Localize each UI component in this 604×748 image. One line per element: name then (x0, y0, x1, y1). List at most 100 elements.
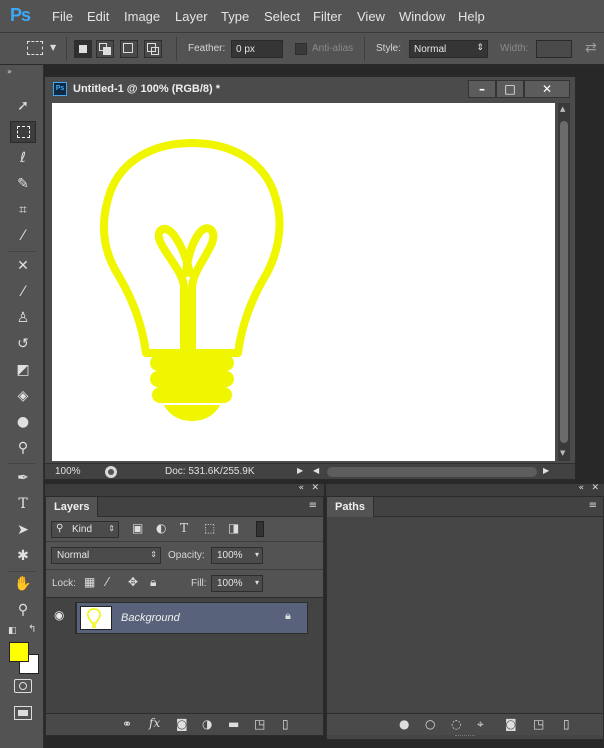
minimize-button[interactable]: – (468, 80, 496, 98)
menu-window[interactable]: Window (399, 9, 445, 24)
menu-select[interactable]: Select (264, 9, 300, 24)
lock-all-icon[interactable]: 🔒︎ (150, 575, 156, 590)
quick-selection-tool-icon[interactable]: ✎ (10, 173, 36, 195)
lock-transparent-pixels-icon[interactable]: ▦ (84, 575, 95, 589)
style-select[interactable]: Normal ⇕ (409, 40, 488, 58)
menu-type[interactable]: Type (221, 9, 249, 24)
new-selection-button[interactable] (74, 40, 92, 58)
collapse-arrows-icon[interactable]: » (7, 67, 12, 76)
type-tool-icon[interactable]: T (10, 493, 36, 515)
spot-healing-tool-icon[interactable]: ✕ (10, 255, 36, 277)
crop-tool-icon[interactable]: ⌗ (10, 199, 36, 221)
delete-layer-icon[interactable]: ▯ (282, 717, 289, 731)
horizontal-scroll-thumb[interactable] (327, 467, 537, 477)
filter-adjustment-icon[interactable]: ◐ (156, 521, 166, 535)
scroll-down-arrow-icon[interactable]: ▼ (560, 449, 565, 457)
tab-layers[interactable]: Layers (46, 497, 99, 517)
tab-paths[interactable]: Paths (327, 497, 374, 517)
filter-pixel-icon[interactable]: ▣ (132, 521, 143, 535)
layer-filter-kind[interactable]: ⚲ Kind ⇕ (51, 521, 119, 538)
lock-image-pixels-icon[interactable]: ⁄ (106, 575, 108, 589)
canvas[interactable] (52, 103, 555, 461)
filter-shape-icon[interactable]: ⬚ (204, 521, 215, 535)
swap-colors-icon[interactable]: ↰ (28, 624, 36, 635)
move-tool-icon[interactable]: ➚ (10, 95, 36, 117)
screen-mode-icon[interactable] (14, 706, 32, 720)
dodge-tool-icon[interactable]: ⚲ (10, 437, 36, 459)
load-path-as-selection-icon[interactable]: ◌ (451, 717, 461, 731)
close-panel-icon[interactable]: ✕ (591, 483, 599, 493)
rectangular-marquee-tool-icon[interactable] (10, 121, 36, 143)
swap-width-height-icon[interactable]: ⇄ (585, 40, 597, 56)
adjustment-layer-icon[interactable]: ◑ (202, 717, 212, 731)
panel-menu-icon[interactable]: ≡ (309, 500, 317, 511)
menu-view[interactable]: View (357, 9, 385, 24)
eraser-tool-icon[interactable]: ◩ (10, 359, 36, 381)
document-title-bar[interactable]: Ps Untitled-1 @ 100% (RGB/8) * – □ ✕ (45, 77, 575, 101)
fill-input[interactable]: 100% ▾ (211, 575, 263, 592)
menu-layer[interactable]: Layer (175, 9, 208, 24)
filter-smart-object-icon[interactable]: ◨ (228, 521, 239, 535)
new-layer-icon[interactable]: ◳ (254, 717, 265, 731)
link-layers-icon[interactable]: ⚭ (122, 717, 132, 731)
foreground-color-swatch[interactable] (9, 642, 29, 662)
vertical-scroll-thumb[interactable] (560, 121, 568, 443)
fill-path-icon[interactable]: ● (399, 717, 409, 731)
preset-dropdown-arrow-icon[interactable]: ▼ (50, 43, 56, 52)
resize-grip[interactable] (455, 735, 475, 739)
marquee-preset-icon[interactable] (27, 41, 43, 55)
default-colors-icon[interactable]: ◧ (8, 626, 17, 636)
menu-edit[interactable]: Edit (87, 9, 109, 24)
blend-mode-select[interactable]: Normal ⇕ (51, 547, 161, 564)
antialias-checkbox[interactable] (295, 43, 307, 55)
panel-menu-icon[interactable]: ≡ (589, 500, 597, 511)
scroll-left-arrow-icon[interactable]: ◀ (313, 466, 319, 475)
menu-filter[interactable]: Filter (313, 9, 342, 24)
brush-tool-icon[interactable]: ⁄ (10, 281, 36, 303)
zoom-tool-icon[interactable]: ⚲ (10, 599, 36, 621)
menu-help[interactable]: Help (458, 9, 485, 24)
maximize-button[interactable]: □ (496, 80, 524, 98)
custom-shape-tool-icon[interactable]: ✱ (10, 545, 36, 567)
path-selection-tool-icon[interactable]: ➤ (10, 519, 36, 541)
pen-tool-icon[interactable]: ✒ (10, 467, 36, 489)
layer-style-icon[interactable]: fx (149, 716, 160, 730)
width-input[interactable] (536, 40, 572, 58)
scroll-up-arrow-icon[interactable]: ▲ (560, 105, 565, 113)
subtract-selection-button[interactable] (120, 40, 138, 58)
feather-input[interactable]: 0 px (231, 40, 283, 58)
filter-toggle[interactable] (256, 521, 264, 537)
lasso-tool-icon[interactable]: ℓ (10, 147, 36, 169)
hand-tool-icon[interactable]: ✋ (10, 573, 36, 595)
intersect-selection-button[interactable] (144, 40, 162, 58)
menu-image[interactable]: Image (124, 9, 160, 24)
collapse-panel-icon[interactable]: « (578, 483, 584, 493)
delete-path-icon[interactable]: ▯ (563, 717, 570, 731)
layer-row-background[interactable]: Background 🔒︎ (76, 602, 308, 634)
clone-stamp-tool-icon[interactable]: ♙ (10, 307, 36, 329)
vertical-scrollbar[interactable]: ▲ ▼ (558, 103, 570, 461)
collapse-panel-icon[interactable]: « (298, 483, 304, 493)
status-menu-icon[interactable] (105, 466, 117, 478)
zoom-level[interactable]: 100% (55, 466, 81, 477)
close-button[interactable]: ✕ (524, 80, 570, 98)
stroke-path-icon[interactable]: ○ (425, 717, 435, 731)
close-panel-icon[interactable]: ✕ (311, 483, 319, 493)
eye-icon[interactable]: ◉ (54, 608, 64, 622)
make-work-path-icon[interactable]: ⌖ (477, 717, 484, 732)
eyedropper-tool-icon[interactable]: ⁄ (10, 225, 36, 247)
new-group-icon[interactable]: ▬ (228, 717, 239, 731)
scroll-right-arrow-icon[interactable]: ▶ (543, 466, 549, 475)
add-mask-icon[interactable]: ◙ (176, 717, 188, 731)
menu-file[interactable]: File (52, 9, 73, 24)
filter-type-icon[interactable]: T (180, 521, 188, 535)
new-path-icon[interactable]: ◳ (533, 717, 544, 731)
history-brush-tool-icon[interactable]: ↺ (10, 333, 36, 355)
quick-mask-icon[interactable] (14, 679, 32, 693)
lock-position-icon[interactable]: ✥ (128, 575, 138, 589)
status-expand-arrow-icon[interactable]: ▶ (297, 466, 303, 475)
opacity-input[interactable]: 100% ▾ (211, 547, 263, 564)
add-mask-icon[interactable]: ◙ (505, 717, 517, 731)
add-to-selection-button[interactable] (96, 40, 114, 58)
paint-bucket-tool-icon[interactable]: ◈ (10, 385, 36, 407)
